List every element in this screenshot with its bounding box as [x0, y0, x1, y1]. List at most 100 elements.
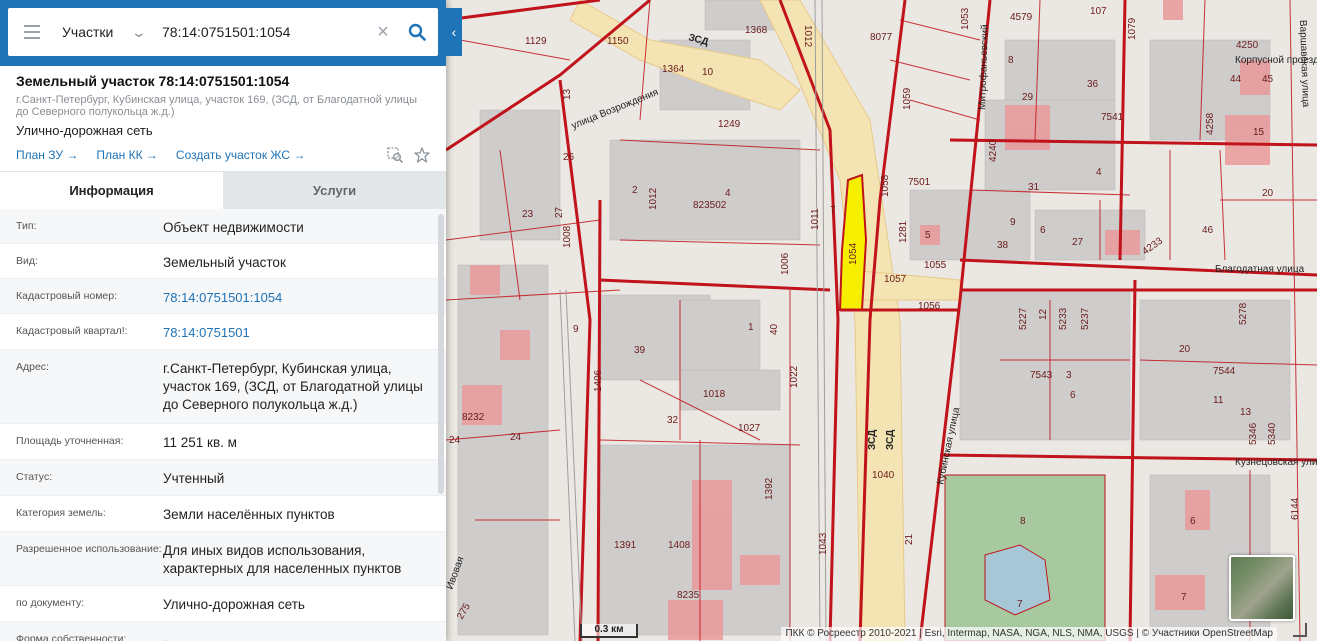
svg-text:7: 7 — [1017, 599, 1023, 610]
svg-text:8077: 8077 — [870, 32, 893, 43]
plan-kk-link[interactable]: План КК → — [96, 148, 158, 162]
svg-text:1012: 1012 — [802, 25, 813, 48]
star-icon[interactable] — [414, 147, 430, 163]
svg-text:4250: 4250 — [1236, 40, 1259, 51]
search-type-label: Участки — [62, 24, 114, 40]
info-label: Разрешенное использование: — [16, 543, 162, 555]
svg-text:1011: 1011 — [810, 208, 821, 230]
info-row-land-category: Категория земель: Земли населённых пункт… — [0, 496, 446, 532]
street-label: Митрофаньевский — [976, 24, 991, 110]
tab-info[interactable]: Информация — [0, 172, 223, 209]
cadastral-number-link[interactable]: 78:14:0751501:1054 — [163, 279, 446, 313]
info-label: Кадастровый квартал!: — [16, 325, 128, 337]
svg-text:1079: 1079 — [1127, 17, 1138, 40]
object-use: Улично-дорожная сеть — [16, 123, 153, 138]
create-parcel-link[interactable]: Создать участок ЖС → — [176, 148, 305, 162]
svg-text:1392: 1392 — [764, 477, 775, 500]
svg-text:1: 1 — [748, 322, 754, 333]
svg-text:8232: 8232 — [462, 412, 485, 423]
plan-zu-link[interactable]: План ЗУ → — [16, 148, 78, 162]
svg-text:1150: 1150 — [607, 36, 629, 47]
svg-text:9: 9 — [573, 324, 579, 335]
svg-text:1249: 1249 — [718, 119, 741, 130]
svg-text:1057: 1057 — [884, 274, 907, 285]
tab-services[interactable]: Услуги — [223, 172, 446, 209]
svg-text:5346: 5346 — [1248, 422, 1259, 445]
info-label: Статус: — [16, 471, 53, 483]
resize-corner-icon[interactable] — [1293, 623, 1307, 637]
info-value: - — [163, 633, 168, 641]
info-label: Кадастровый номер: — [16, 290, 118, 302]
svg-text:1022: 1022 — [789, 365, 800, 388]
svg-text:1008: 1008 — [562, 225, 573, 248]
basemap-toggle-thumbnail[interactable] — [1229, 555, 1295, 621]
info-row-kind: Вид: Земельный участок — [0, 244, 446, 279]
svg-text:2: 2 — [632, 185, 638, 196]
svg-text:20: 20 — [1262, 188, 1274, 199]
svg-text:7: 7 — [830, 205, 836, 216]
svg-text:44: 44 — [1230, 74, 1242, 85]
svg-text:ЗСД: ЗСД — [885, 430, 896, 450]
search-type-select[interactable]: Участки ⌄ — [56, 8, 160, 56]
info-label: по документу: — [16, 597, 85, 609]
search-input[interactable] — [160, 8, 370, 56]
svg-text:1053: 1053 — [960, 7, 971, 30]
svg-text:3: 3 — [1066, 370, 1072, 381]
svg-text:26: 26 — [563, 152, 575, 163]
svg-text:1012: 1012 — [648, 187, 659, 210]
svg-text:4579: 4579 — [1010, 12, 1033, 23]
svg-text:36: 36 — [1087, 79, 1099, 90]
search-icon — [408, 23, 426, 41]
svg-text:1018: 1018 — [703, 389, 726, 400]
svg-text:6: 6 — [1040, 225, 1046, 236]
chevron-left-icon[interactable]: ‹ — [446, 8, 462, 56]
info-row-status: Статус: Учтенный — [0, 460, 446, 496]
info-row-permitted-use: Разрешенное использование: Для иных видо… — [0, 532, 446, 586]
svg-text:4258: 4258 — [1205, 112, 1216, 135]
svg-text:24: 24 — [510, 432, 522, 443]
svg-text:21: 21 — [904, 533, 915, 545]
close-icon[interactable]: × — [370, 21, 396, 44]
info-label: Вид: — [16, 255, 38, 267]
info-label: Категория земель: — [16, 507, 106, 519]
info-row-area: Площадь уточненная: 11 251 кв. м — [0, 424, 446, 460]
info-label: Тип: — [16, 220, 37, 232]
svg-text:39: 39 — [634, 345, 646, 356]
svg-text:11: 11 — [1213, 395, 1224, 406]
search-button[interactable] — [396, 8, 438, 56]
svg-text:15: 15 — [1253, 127, 1265, 138]
svg-text:7543: 7543 — [1030, 370, 1053, 381]
svg-text:8235: 8235 — [677, 590, 700, 601]
svg-text:1391: 1391 — [614, 540, 637, 551]
svg-text:40: 40 — [769, 323, 780, 335]
info-value: 11 251 кв. м — [163, 435, 237, 450]
svg-text:7541: 7541 — [1101, 112, 1124, 123]
info-row-by-document: по документу: Улично-дорожная сеть — [0, 586, 446, 622]
svg-text:107: 107 — [1090, 6, 1107, 17]
menu-icon[interactable] — [8, 8, 56, 56]
info-label: Форма собственности: — [16, 633, 127, 641]
panel-scrollbar[interactable] — [438, 214, 444, 494]
info-value: г.Санкт-Петербург, Кубинская улица, учас… — [163, 361, 423, 412]
cadastral-quarter-link[interactable]: 78:14:0751501 — [163, 314, 446, 349]
svg-text:1055: 1055 — [924, 260, 947, 271]
svg-text:1406: 1406 — [593, 369, 604, 392]
svg-text:1364: 1364 — [662, 64, 685, 75]
svg-text:4: 4 — [725, 188, 731, 199]
search-box: Участки ⌄ × — [8, 8, 438, 56]
zoom-selection-icon[interactable] — [387, 147, 404, 163]
svg-text:6: 6 — [1190, 516, 1196, 527]
svg-text:9: 9 — [1010, 217, 1016, 228]
svg-text:7501: 7501 — [908, 177, 931, 188]
svg-text:1054: 1054 — [848, 242, 859, 265]
info-row-type: Тип: Объект недвижимости — [0, 209, 446, 244]
svg-text:1059: 1059 — [902, 87, 913, 110]
svg-text:13: 13 — [1240, 407, 1252, 418]
svg-text:1368: 1368 — [745, 25, 768, 36]
info-label: Площадь уточненная: — [16, 435, 124, 447]
info-value: Для иных видов использования, характерны… — [163, 543, 402, 576]
svg-text:8: 8 — [1020, 516, 1026, 527]
svg-text:31: 31 — [1028, 182, 1040, 193]
svg-text:23: 23 — [522, 209, 534, 220]
map-scale: 0.3 км — [580, 624, 638, 638]
